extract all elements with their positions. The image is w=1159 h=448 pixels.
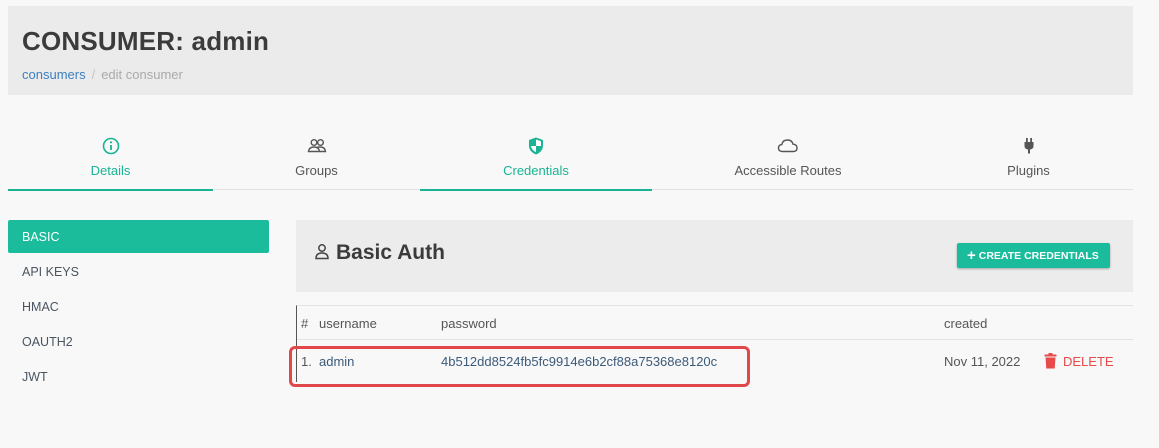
table-row: 1. admin 4b512dd8524fb5fc9914e6b2cf88a75…: [297, 341, 1133, 381]
sidebar-item-hmac[interactable]: HMAC: [8, 290, 269, 323]
users-icon: [307, 139, 326, 153]
basic-auth-panel-header: Basic Auth + CREATE CREDENTIALS: [296, 220, 1133, 292]
tab-credentials-underline: [420, 189, 652, 191]
breadcrumb-consumers-link[interactable]: consumers: [22, 67, 86, 82]
create-credentials-label: CREATE CREDENTIALS: [978, 250, 1099, 262]
delete-label: DELETE: [1063, 354, 1114, 369]
panel-title: Basic Auth: [314, 241, 445, 265]
tab-credentials-label: Credentials: [503, 163, 569, 178]
row-username: admin: [319, 354, 355, 369]
tab-accessible-routes-label: Accessible Routes: [734, 163, 842, 178]
tab-bar: Details Groups Credentials Accessible Ro…: [8, 128, 1133, 191]
page-header: CONSUMER: admin consumers / edit consumer: [8, 6, 1133, 95]
shield-icon: [529, 137, 543, 155]
sidebar-item-oauth2[interactable]: OAUTH2: [8, 325, 269, 358]
delete-button[interactable]: DELETE: [1044, 341, 1114, 383]
plus-icon: +: [967, 247, 976, 264]
credentials-sidebar: BASIC API KEYS HMAC OAUTH2 JWT: [8, 220, 269, 395]
user-icon: [315, 244, 329, 260]
table-header: # username password created: [297, 306, 1133, 340]
credentials-table: # username password created 1. admin 4b5…: [296, 305, 1133, 382]
tab-details-underline: [8, 189, 213, 191]
plug-icon: [1024, 138, 1033, 154]
column-header-password: password: [441, 316, 497, 331]
tab-credentials[interactable]: Credentials: [420, 128, 652, 191]
sidebar-item-basic[interactable]: BASIC: [8, 220, 269, 253]
tab-groups[interactable]: Groups: [213, 128, 420, 190]
breadcrumb: consumers / edit consumer: [22, 67, 183, 82]
page-title: CONSUMER: admin: [22, 26, 270, 56]
column-header-created: created: [944, 316, 988, 331]
breadcrumb-current: edit consumer: [101, 67, 183, 82]
breadcrumb-separator: /: [91, 67, 96, 82]
tab-details[interactable]: Details: [8, 128, 213, 191]
panel-title-text: Basic Auth: [336, 241, 445, 264]
tab-plugins-label: Plugins: [1007, 163, 1050, 178]
page-edge: [1133, 0, 1159, 448]
sidebar-item-jwt[interactable]: JWT: [8, 360, 269, 393]
cloud-icon: [777, 139, 798, 153]
tab-accessible-routes[interactable]: Accessible Routes: [652, 128, 924, 190]
row-password: 4b512dd8524fb5fc9914e6b2cf88a75368e8120c: [441, 354, 718, 369]
tab-plugins[interactable]: Plugins: [924, 128, 1133, 190]
tab-groups-label: Groups: [295, 163, 338, 178]
column-header-username: username: [319, 316, 377, 331]
info-circle-icon: [102, 137, 119, 155]
sidebar-item-api-keys[interactable]: API KEYS: [8, 255, 269, 288]
trash-icon: [1044, 353, 1057, 369]
create-credentials-button[interactable]: + CREATE CREDENTIALS: [957, 243, 1110, 268]
tab-details-label: Details: [90, 163, 131, 178]
row-number: 1.: [301, 354, 312, 369]
row-created: Nov 11, 2022: [944, 354, 1021, 369]
column-header-num: #: [301, 316, 309, 331]
